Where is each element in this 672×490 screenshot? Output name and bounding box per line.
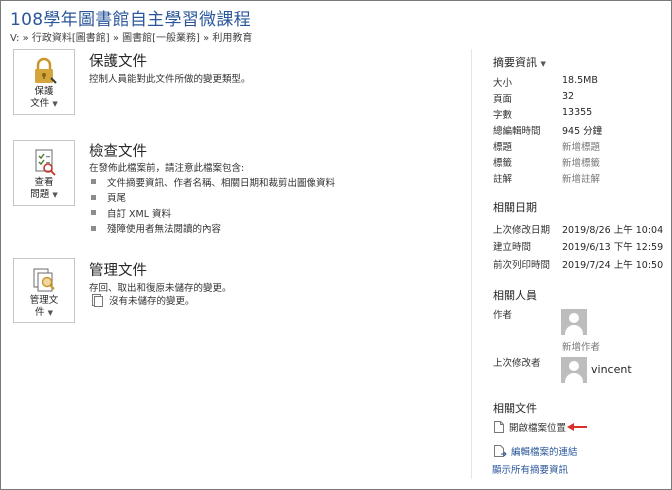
inspect-section-description: 在發佈此檔案前，請注意此檔案包含:	[89, 163, 245, 174]
list-item: 自訂 XML 資料	[91, 205, 335, 221]
author-label: 作者	[493, 310, 513, 321]
list-item-text: 頁尾	[107, 193, 127, 205]
manage-tile-label-line1: 管理文	[29, 295, 59, 306]
document-icon	[92, 293, 103, 307]
bullet-icon	[91, 194, 96, 200]
open-file-location-label: 開啟檔案位置	[509, 423, 567, 434]
list-item-text: 自訂 XML 資料	[107, 208, 172, 220]
property-label: 字數	[493, 110, 513, 121]
related-people-heading: 相關人員	[493, 289, 537, 302]
red-arrow-annotation-icon	[567, 423, 587, 431]
manage-document-button[interactable]: 管理文 件 ▼	[13, 258, 75, 323]
document-title: 108學年圖書館自主學習微課程	[10, 10, 251, 30]
property-label: 標籤	[493, 158, 513, 169]
bullet-icon	[91, 179, 96, 185]
last-modified-by-name[interactable]: vincent	[591, 363, 632, 376]
chevron-down-icon: ▼	[47, 309, 53, 317]
document-link-icon	[494, 445, 507, 457]
protect-section-description: 控制人員能對此文件所做的變更類型。	[89, 74, 251, 85]
chevron-down-icon: ▼	[540, 60, 546, 68]
protect-tile-label-line1: 保護	[34, 86, 54, 97]
protect-tile-label-line2-wrap: 文件 ▼	[30, 98, 57, 110]
check-for-issues-button[interactable]: 查看 問題 ▼	[13, 140, 75, 206]
avatar-head-shape	[569, 361, 579, 371]
last-modified-by-avatar	[561, 357, 587, 383]
date-label: 前次列印時間	[493, 260, 551, 271]
protect-section-title: 保護文件	[89, 54, 147, 70]
inspect-tile-label-line2-wrap: 問題 ▼	[30, 189, 57, 201]
list-item-text: 殘障使用者無法閱讀的內容	[107, 224, 222, 236]
property-label: 大小	[493, 78, 513, 89]
property-value: 32	[562, 91, 575, 102]
bullet-icon	[91, 225, 96, 231]
property-value: 18.5MB	[562, 75, 598, 86]
avatar-head-shape	[569, 313, 579, 323]
edit-links-to-files-link[interactable]: 編輯檔案的連結	[494, 444, 578, 458]
protect-document-button[interactable]: 保護 文件 ▼	[13, 49, 75, 115]
title-field[interactable]: 新增標題	[562, 139, 600, 153]
properties-heading[interactable]: 摘要資訊 ▼	[493, 54, 546, 70]
list-item-text: 文件摘要資訊、作者名稱、相關日期和裁剪出圖像資料	[107, 177, 336, 189]
manage-section-title: 管理文件	[89, 263, 147, 279]
inspect-issues-list: 文件摘要資訊、作者名稱、相關日期和裁剪出圖像資料 頁尾 自訂 XML 資料 殘障…	[91, 174, 335, 236]
avatar-body-shape	[565, 373, 583, 383]
list-item: 頁尾	[91, 190, 335, 206]
bullet-icon	[91, 210, 96, 216]
panel-divider	[471, 49, 472, 479]
date-value: 2019/8/26 上午 10:04	[562, 225, 664, 236]
comments-field[interactable]: 新增註解	[562, 171, 600, 185]
manage-section-description: 存回、取出和復原未儲存的變更。	[89, 283, 232, 294]
list-item: 殘障使用者無法閱讀的內容	[91, 221, 335, 237]
property-value: 13355	[562, 107, 593, 118]
list-item: 文件摘要資訊、作者名稱、相關日期和裁剪出圖像資料	[91, 174, 335, 190]
date-label: 建立時間	[493, 242, 532, 253]
show-all-properties-link[interactable]: 顯示所有摘要資訊	[492, 462, 568, 476]
properties-heading-label: 摘要資訊	[493, 56, 537, 69]
protect-tile-label-line2: 文件	[30, 98, 50, 109]
property-label: 總編輯時間	[493, 126, 541, 137]
edit-links-label: 編輯檔案的連結	[511, 447, 578, 458]
lock-icon	[35, 57, 57, 84]
document-path-breadcrumb[interactable]: V: » 行政資料[圖書館] » 圖書館[一般業務] » 利用教育	[10, 29, 252, 44]
open-file-location-link[interactable]: 開啟檔案位置	[494, 420, 566, 434]
property-label: 註解	[493, 174, 513, 185]
chevron-down-icon: ▼	[52, 100, 58, 108]
document-icon	[494, 421, 504, 433]
unsaved-changes-text: 沒有未儲存的變更。	[109, 296, 195, 307]
inspect-section-title: 檢查文件	[89, 144, 147, 160]
unsaved-changes-status: 沒有未儲存的變更。	[91, 293, 195, 307]
backstage-info-panel: 108學年圖書館自主學習微課程 V: » 行政資料[圖書館] » 圖書館[一般業…	[0, 0, 672, 490]
related-documents-heading: 相關文件	[493, 402, 537, 415]
date-value: 2019/7/24 上午 10:50	[562, 260, 664, 271]
property-value: 945 分鐘	[562, 126, 603, 137]
inspect-tile-label-line1: 查看	[34, 177, 54, 188]
avatar-body-shape	[565, 325, 583, 335]
inspect-document-icon	[35, 149, 56, 176]
property-label: 頁面	[493, 94, 513, 105]
inspect-tile-label-line2: 問題	[30, 189, 50, 200]
manage-tile-label-line2-wrap: 件 ▼	[35, 307, 53, 319]
date-value: 2019/6/13 下午 12:59	[562, 242, 664, 253]
last-modified-by-label: 上次修改者	[493, 358, 541, 369]
author-avatar	[561, 309, 587, 335]
related-dates-heading: 相關日期	[493, 201, 537, 214]
chevron-down-icon: ▼	[52, 191, 58, 199]
property-label: 標題	[493, 142, 513, 153]
manage-document-icon	[33, 268, 55, 292]
date-label: 上次修改日期	[493, 225, 551, 236]
add-author-field[interactable]: 新增作者	[562, 339, 600, 353]
tags-field[interactable]: 新增標籤	[562, 155, 600, 169]
manage-tile-label-line2: 件	[35, 307, 45, 318]
